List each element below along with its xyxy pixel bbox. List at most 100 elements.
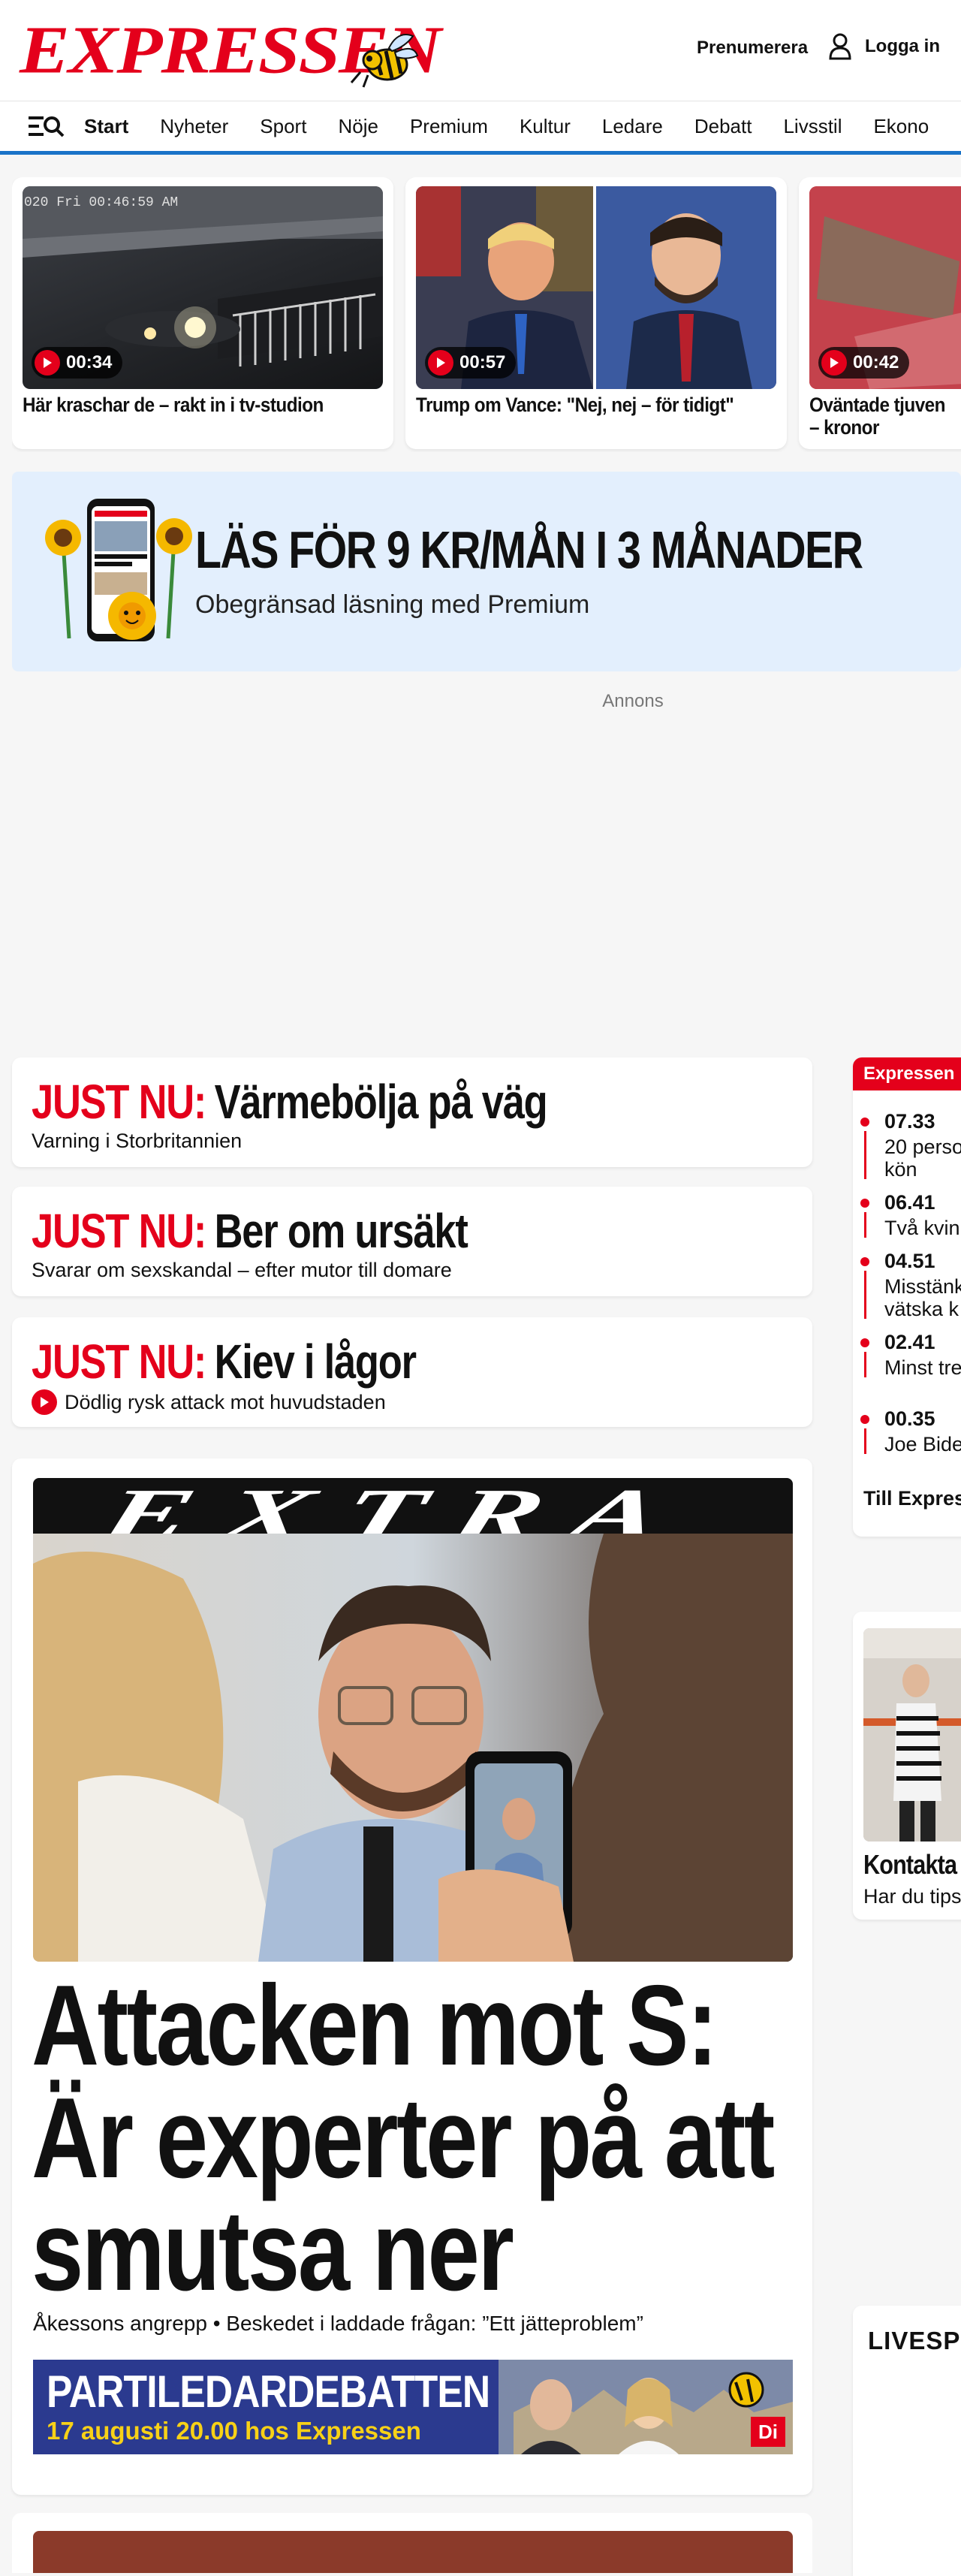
breaking-subtitle: Varning i Storbritannien bbox=[32, 1130, 242, 1153]
feed-line bbox=[864, 1271, 866, 1319]
video-card[interactable]: 00:42 Oväntade tjuven – kronor bbox=[799, 177, 961, 449]
sunflower-right bbox=[156, 518, 192, 639]
main-story-card[interactable]: EXTRA Attacken mot S: Är experter på att… bbox=[12, 1458, 812, 2495]
feed-line bbox=[864, 1212, 866, 1238]
video-card[interactable]: 020 Fri 00:46:59 AM 00:34 Här kraschar d… bbox=[12, 177, 393, 449]
promo-subtitle: Obegränsad läsning med Premium bbox=[195, 590, 590, 619]
photo-image bbox=[33, 1534, 793, 1962]
nav-item-kultur[interactable]: Kultur bbox=[520, 115, 571, 138]
play-icon bbox=[821, 350, 847, 376]
next-story-card[interactable] bbox=[12, 2513, 812, 2573]
feed-text: 20 perso kön bbox=[884, 1136, 961, 1181]
site-header: EXPRESSEN Prenumerera Logga in bbox=[0, 0, 961, 101]
ad-label: Annons bbox=[602, 691, 664, 711]
play-icon bbox=[35, 350, 60, 376]
login-button[interactable]: Logga in bbox=[829, 33, 940, 60]
contact-card[interactable]: Kontakta Har du tips bbox=[853, 1612, 961, 1920]
feed-item[interactable]: 07.33 20 perso kön bbox=[860, 1110, 961, 1193]
partiledardebatten-banner[interactable]: PARTILEDARDEBATTEN 17 augusti 20.00 hos … bbox=[33, 2360, 793, 2454]
video-duration: 00:34 bbox=[32, 347, 123, 379]
nav-item-start[interactable]: Start bbox=[84, 115, 128, 138]
nav-item-sport[interactable]: Sport bbox=[260, 115, 306, 138]
feed-text: Minst tre bbox=[884, 1356, 961, 1379]
nav-item-ekonomi[interactable]: Ekono bbox=[873, 115, 929, 138]
video-thumbnail[interactable]: 00:57 bbox=[416, 186, 776, 389]
subtitle-text: Svarar om sexskandal – efter mutor till … bbox=[32, 1259, 452, 1281]
just-nu-label: JUST NU: bbox=[32, 1075, 206, 1129]
menu-button[interactable] bbox=[29, 115, 65, 137]
feed-text: Misstänk vätska k bbox=[884, 1275, 961, 1320]
feed-text-line: Misstänk bbox=[884, 1275, 961, 1298]
nav-item-premium[interactable]: Premium bbox=[410, 115, 488, 138]
feed-time: 06.41 bbox=[884, 1191, 935, 1214]
login-label: Logga in bbox=[865, 36, 940, 56]
nav-item-livsstil[interactable]: Livsstil bbox=[783, 115, 842, 138]
livesport-title: LIVESP bbox=[868, 2327, 961, 2354]
subscribe-link[interactable]: Prenumerera bbox=[697, 38, 808, 59]
just-nu-label: JUST NU: bbox=[32, 1335, 206, 1389]
feed-text: Joe Bide bbox=[884, 1433, 961, 1455]
contact-card-subtitle: Har du tips bbox=[863, 1885, 961, 1908]
video-title[interactable]: Här kraschar de – rakt in i tv-studion bbox=[23, 394, 381, 416]
video-thumbnail[interactable]: 00:42 bbox=[809, 186, 961, 389]
breaking-news-card[interactable]: JUST NU: Värmebölja på väg Varning i Stor… bbox=[12, 1057, 812, 1167]
contact-card-title: Kontakta bbox=[863, 1849, 957, 1880]
feed-time: 00.35 bbox=[884, 1407, 935, 1430]
feed-dot bbox=[860, 1415, 869, 1424]
feed-line bbox=[864, 1131, 866, 1179]
headline-text: Kiev i lågor bbox=[214, 1335, 417, 1389]
feed-time: 04.51 bbox=[884, 1250, 935, 1272]
livesport-widget[interactable]: LIVESP bbox=[853, 2306, 961, 2576]
sunflower-left bbox=[45, 520, 81, 639]
next-story-photo[interactable] bbox=[33, 2531, 793, 2573]
main-subtitle: Åkessons angrepp • Beskedet i laddade fr… bbox=[33, 2312, 643, 2335]
video-thumbnail[interactable]: 020 Fri 00:46:59 AM 00:34 bbox=[23, 186, 383, 389]
feed-text: Två kvin bbox=[884, 1217, 960, 1239]
duration-label: 00:34 bbox=[66, 352, 113, 373]
premium-promo-banner[interactable]: LÄS FÖR 9 KR/MÅN I 3 MÅNADER Obegränsad … bbox=[12, 472, 961, 671]
main-headline[interactable]: Attacken mot S: Är experter på att smuts… bbox=[32, 1968, 807, 2308]
duration-label: 00:42 bbox=[853, 352, 899, 373]
feed-dot bbox=[860, 1257, 869, 1266]
feed-item[interactable]: 06.41 Två kvin bbox=[860, 1191, 961, 1251]
nav-item-debatt[interactable]: Debatt bbox=[694, 115, 752, 138]
subtitle-text: Varning i Storbritannien bbox=[32, 1130, 243, 1152]
feed-dot bbox=[860, 1338, 869, 1347]
breaking-headline: JUST NU: Kiev i lågor bbox=[32, 1334, 417, 1389]
extra-kicker-band: EXTRA bbox=[33, 1478, 793, 1534]
breaking-news-card[interactable]: JUST NU: Kiev i lågor Dödlig rysk attack … bbox=[12, 1317, 812, 1427]
headline-text: Ber om ursäkt bbox=[214, 1204, 468, 1258]
video-card[interactable]: 00:57 Trump om Vance: "Nej, nej – för ti… bbox=[405, 177, 787, 449]
promo-title: LÄS FÖR 9 KR/MÅN I 3 MÅNADER bbox=[195, 520, 863, 579]
nav-item-nyheter[interactable]: Nyheter bbox=[160, 115, 228, 138]
feed-more-link[interactable]: Till Express bbox=[863, 1487, 961, 1510]
feed-dot bbox=[860, 1118, 869, 1127]
breaking-headline: JUST NU: Värmebölja på väg bbox=[32, 1074, 548, 1130]
video-title[interactable]: Trump om Vance: "Nej, nej – för tidigt" bbox=[416, 394, 774, 416]
main-nav: Start Nyheter Sport Nöje Premium Kultur … bbox=[0, 101, 961, 155]
nav-item-ledare[interactable]: Ledare bbox=[602, 115, 663, 138]
breaking-headline: JUST NU: Ber om ursäkt bbox=[32, 1203, 468, 1259]
feed-line bbox=[864, 1428, 866, 1454]
feed-text-line: vätska k bbox=[884, 1298, 959, 1320]
video-carousel: 020 Fri 00:46:59 AM 00:34 Här kraschar d… bbox=[12, 177, 961, 452]
feed-item[interactable]: 04.51 Misstänk vätska k bbox=[860, 1250, 961, 1332]
breaking-news-card[interactable]: JUST NU: Ber om ursäkt Svarar om sexskand… bbox=[12, 1187, 812, 1296]
nav-item-noje[interactable]: Nöje bbox=[338, 115, 378, 138]
feed-item[interactable]: 00.35 Joe Bide bbox=[860, 1407, 961, 1467]
timestamp-overlay: 020 Fri 00:46:59 AM bbox=[24, 195, 178, 210]
wasp-mascot-icon bbox=[350, 34, 419, 88]
breaking-subtitle: Svarar om sexskandal – efter mutor till … bbox=[32, 1259, 452, 1282]
video-title[interactable]: Oväntade tjuven – kronor bbox=[809, 394, 958, 439]
news-feed-widget: Expressen 07.33 20 perso kön 06.41 Två kv… bbox=[853, 1057, 961, 1537]
just-nu-label: JUST NU: bbox=[32, 1204, 206, 1258]
feed-text-line: 20 perso bbox=[884, 1136, 961, 1158]
subtitle-text: Dödlig rysk attack mot huvudstaden bbox=[65, 1390, 386, 1413]
di-logo: Di bbox=[751, 2417, 785, 2447]
extra-kicker: EXTRA bbox=[93, 1478, 706, 1534]
video-duration: 00:42 bbox=[818, 347, 910, 379]
feed-header: Expressen bbox=[853, 1057, 961, 1090]
main-story-photo[interactable] bbox=[33, 1534, 793, 1962]
feed-time: 07.33 bbox=[884, 1110, 935, 1133]
feed-item[interactable]: 02.41 Minst tre bbox=[860, 1331, 961, 1391]
